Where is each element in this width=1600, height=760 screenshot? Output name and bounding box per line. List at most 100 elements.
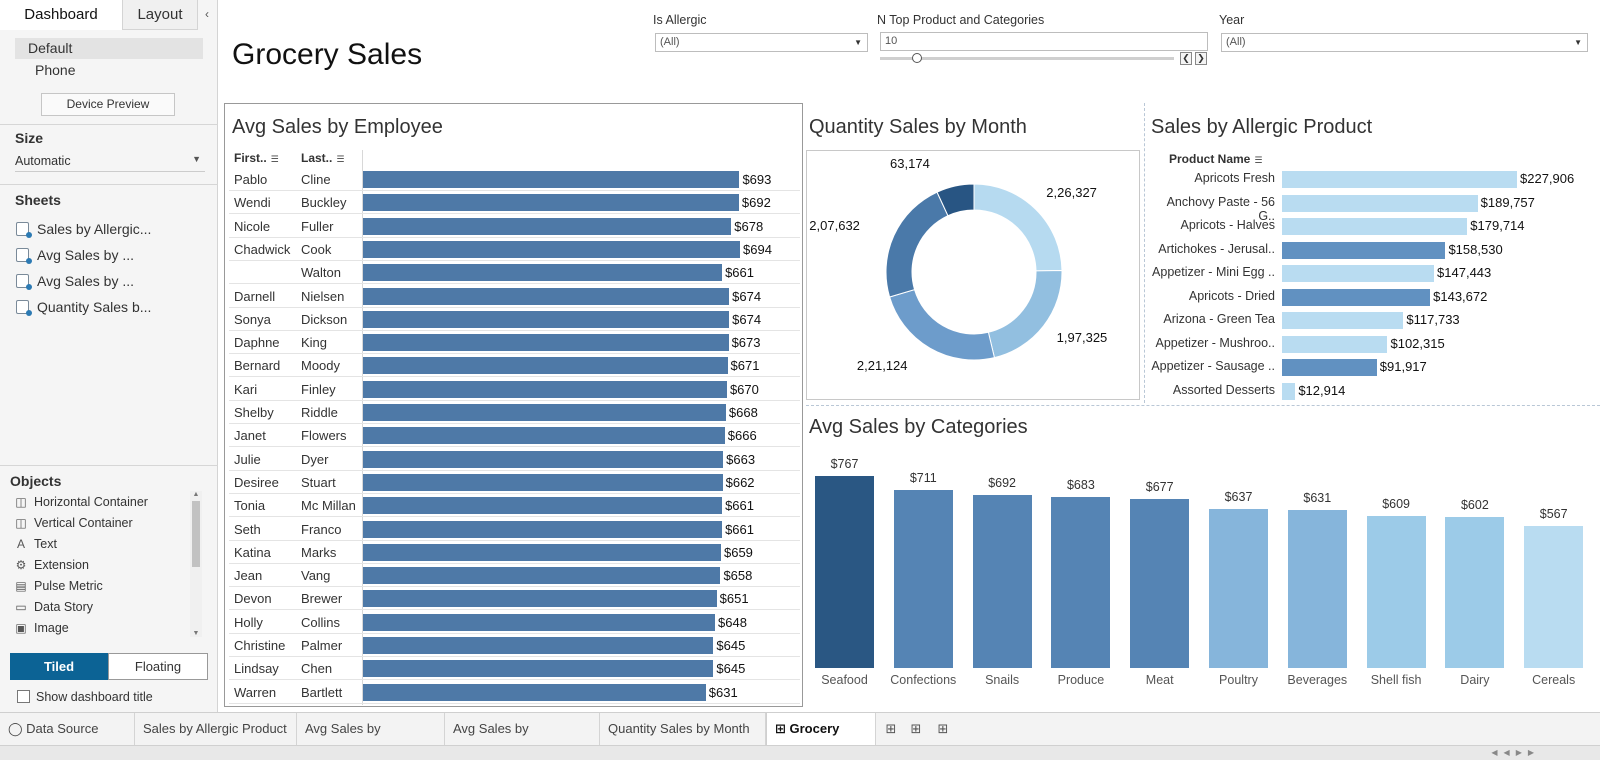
object-data-story[interactable]: ▭ Data Story <box>13 597 93 617</box>
database-icon: ◯ <box>8 721 27 736</box>
employee-sales-bar[interactable] <box>363 590 717 608</box>
object-vertical-container[interactable]: ◫ Vertical Container <box>13 513 133 533</box>
top-n-slider-handle[interactable] <box>912 53 922 63</box>
employee-sales-bar[interactable] <box>363 520 723 538</box>
tab-dashboard[interactable]: Dashboard <box>0 0 122 30</box>
step-back-icon[interactable]: ❮ <box>1180 52 1192 65</box>
employee-sales-bar[interactable] <box>363 497 723 515</box>
category-bar[interactable] <box>1130 498 1190 668</box>
object-extension[interactable]: ⚙ Extension <box>13 555 89 575</box>
employee-sales-bar[interactable] <box>363 240 740 258</box>
sort-icon[interactable]: ☰ <box>271 154 281 165</box>
collapse-panel-icon[interactable]: ‹ <box>200 7 214 23</box>
tab-quantity-sales-by-month[interactable]: Quantity Sales by Month <box>600 713 766 745</box>
show-title-checkbox[interactable] <box>17 690 30 703</box>
object-pulse-metric[interactable]: ▤ Pulse Metric <box>13 576 102 596</box>
allergic-sales-bar[interactable] <box>1282 335 1388 353</box>
sort-icon[interactable]: ☰ <box>1254 155 1264 166</box>
category-bar[interactable] <box>1524 526 1584 668</box>
sheet-navigation-icon[interactable]: ◀◀▶▶ <box>1491 748 1540 757</box>
device-default[interactable]: Default <box>15 38 203 59</box>
tab-data-source[interactable]: ◯ Data Source <box>0 713 135 745</box>
last-name-header[interactable]: Last.. ☰ <box>301 151 346 165</box>
allergic-sales-bar[interactable] <box>1282 312 1404 329</box>
top-n-input[interactable]: 10 <box>880 32 1208 51</box>
scroll-down-icon[interactable]: ▼ <box>190 630 202 637</box>
allergic-sales-bar[interactable] <box>1282 218 1468 235</box>
employee-sales-bar[interactable] <box>363 287 730 305</box>
year-dropdown[interactable]: (All) ▼ <box>1221 33 1588 52</box>
sheet-item[interactable]: Avg Sales by ... <box>16 270 134 292</box>
allergic-sales-bar[interactable] <box>1282 359 1377 376</box>
allergic-sales-bar[interactable] <box>1282 171 1517 188</box>
allergic-sales-bar[interactable] <box>1282 241 1446 259</box>
category-bar[interactable] <box>1051 497 1111 668</box>
employee-sales-bar[interactable] <box>363 171 740 188</box>
category-bar[interactable] <box>1366 515 1426 668</box>
object-label: Vertical Container <box>34 516 133 530</box>
employee-sales-bar[interactable] <box>363 613 715 631</box>
category-bar[interactable] <box>893 490 953 668</box>
allergic-sales-bar[interactable] <box>1282 288 1431 306</box>
category-bar[interactable] <box>1209 508 1268 668</box>
donut-slice[interactable] <box>885 191 949 298</box>
scrollbar-thumb[interactable] <box>192 501 200 567</box>
tab-grocery-sales[interactable]: ⊞ Grocery Sales <box>766 713 876 760</box>
divider <box>0 124 218 125</box>
employee-sales-bar[interactable] <box>363 194 739 212</box>
employee-sales-bar[interactable] <box>363 543 721 561</box>
employee-sales-bar[interactable] <box>363 637 714 654</box>
tab-avg-sales-by-employee[interactable]: Avg Sales by Employee <box>297 713 445 760</box>
allergic-sales-bar[interactable] <box>1282 382 1296 400</box>
allergic-sales-bar[interactable] <box>1282 265 1435 282</box>
sheet-item[interactable]: Quantity Sales b... <box>16 296 151 318</box>
employee-sales-bar[interactable] <box>363 334 729 352</box>
show-dashboard-title-option[interactable]: Show dashboard title <box>17 690 153 704</box>
new-story-icon[interactable]: ⊞ <box>935 721 951 737</box>
new-worksheet-icon[interactable]: ⊞ <box>883 721 899 737</box>
size-dropdown[interactable]: Automatic ▼ <box>15 154 205 172</box>
category-bar[interactable] <box>972 494 1032 668</box>
scroll-up-icon[interactable]: ▲ <box>190 491 202 498</box>
object-image[interactable]: ▣ Image <box>13 618 68 638</box>
objects-scrollbar[interactable]: ▲ ▼ <box>190 491 202 637</box>
employee-sales-bar[interactable] <box>363 404 726 421</box>
device-preview-button[interactable]: Device Preview <box>41 93 175 116</box>
category-bar[interactable] <box>815 476 874 668</box>
employee-sales-bar[interactable] <box>363 567 721 585</box>
step-forward-icon[interactable]: ❯ <box>1195 52 1207 65</box>
employee-sales-bar[interactable] <box>363 450 724 468</box>
donut-slice[interactable] <box>888 288 996 361</box>
allergic-sales-label: $117,733 <box>1406 312 1460 327</box>
allergic-sales-bar[interactable] <box>1282 194 1478 212</box>
tiled-toggle[interactable]: Tiled <box>10 653 108 680</box>
is-allergic-dropdown[interactable]: (All) ▼ <box>655 33 868 52</box>
employee-sales-bar[interactable] <box>363 217 732 235</box>
employee-sales-bar[interactable] <box>363 473 723 491</box>
employee-sales-bar[interactable] <box>363 427 725 445</box>
employee-sales-bar[interactable] <box>363 357 728 375</box>
donut-slice[interactable] <box>987 269 1063 359</box>
tab-avg-sales-by-categories[interactable]: Avg Sales by Categories <box>445 713 600 760</box>
employee-sales-bar[interactable] <box>363 264 723 282</box>
employee-sales-bar[interactable] <box>363 380 727 398</box>
worksheet-icon <box>16 274 32 290</box>
new-dashboard-icon[interactable]: ⊞ <box>908 721 924 737</box>
tab-layout[interactable]: Layout <box>122 0 198 30</box>
product-name-header[interactable]: Product Name ☰ <box>1169 152 1264 166</box>
employee-sales-bar[interactable] <box>363 310 730 328</box>
first-name-header[interactable]: First.. ☰ <box>234 151 281 165</box>
object-text[interactable]: A Text <box>13 534 57 554</box>
top-n-slider-track[interactable] <box>880 57 1174 60</box>
device-phone[interactable]: Phone <box>15 60 203 81</box>
tab-sales-by-allergic-product[interactable]: Sales by Allergic Product <box>135 713 297 745</box>
category-bar[interactable] <box>1445 517 1505 668</box>
floating-toggle[interactable]: Floating <box>108 653 208 680</box>
employee-sales-bar[interactable] <box>363 683 706 701</box>
sheet-item[interactable]: Avg Sales by ... <box>16 244 134 266</box>
object-horizontal-container[interactable]: ◫ Horizontal Container <box>13 492 148 512</box>
sheet-item[interactable]: Sales by Allergic... <box>16 218 151 240</box>
sort-icon[interactable]: ☰ <box>336 154 346 165</box>
category-bar[interactable] <box>1287 510 1347 668</box>
employee-sales-bar[interactable] <box>363 660 714 678</box>
